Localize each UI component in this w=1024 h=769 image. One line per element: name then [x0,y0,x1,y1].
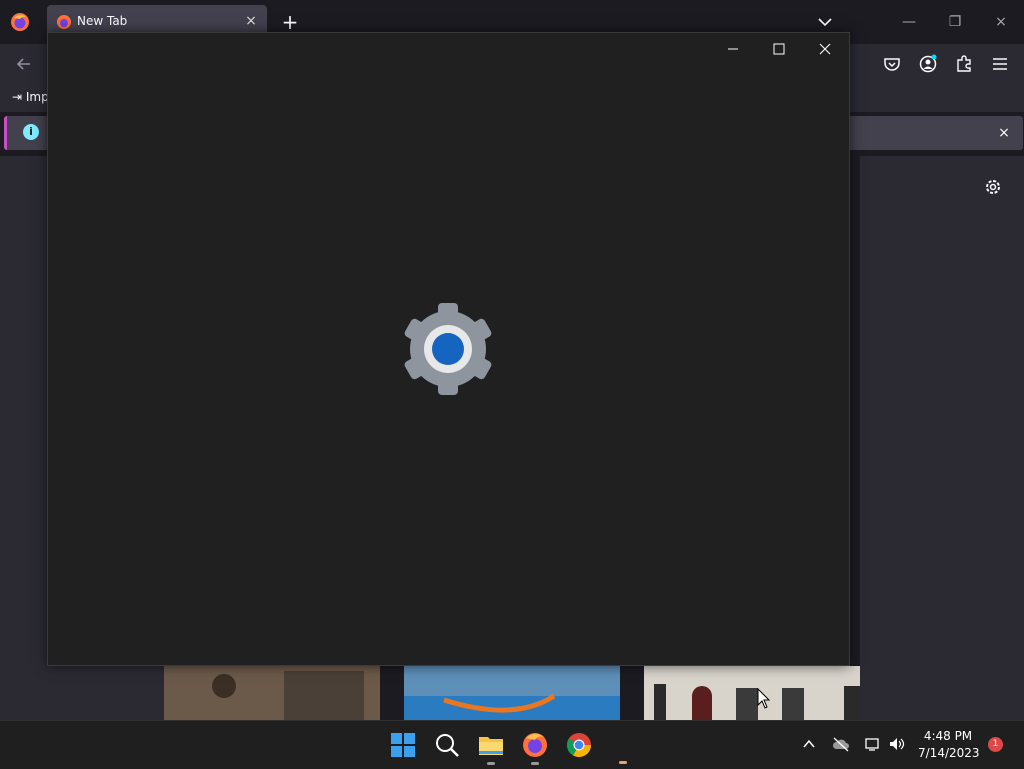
browser-minimize-button[interactable]: — [886,10,932,34]
show-hidden-icons-chevron-icon[interactable] [802,737,816,751]
import-icon: ⇥ [12,90,23,104]
tab-title: New Tab [77,14,128,28]
tab-close-button[interactable]: × [243,13,259,29]
chrome-taskbar-button[interactable] [563,729,595,761]
clock-time[interactable]: 4:48 PM [918,729,978,743]
onedrive-offline-icon[interactable] [832,736,850,752]
info-icon: i [23,124,39,140]
import-bookmarks-label: Imp [25,90,49,104]
back-arrow-icon[interactable] [14,54,34,74]
browser-close-button[interactable]: × [978,10,1024,34]
pocket-icon[interactable] [882,54,902,74]
story-image-2 [404,666,620,720]
settings-launching-indicator [619,761,627,764]
start-button[interactable] [387,729,419,761]
file-explorer-button[interactable] [475,729,507,765]
file-explorer-icon [479,737,503,755]
search-icon [436,734,459,757]
chrome-icon [567,733,591,758]
story-image-1 [164,666,380,720]
account-icon[interactable] [918,54,938,74]
settings-maximize-button[interactable] [764,39,794,59]
settings-splash-gear-icon [404,303,492,395]
firefox-tab-icon [57,15,71,29]
notification-center-badge[interactable]: 1 [988,737,1003,752]
story-thumbnail-3[interactable] [644,666,860,720]
running-indicator [531,762,539,765]
running-indicator [487,762,495,765]
settings-app-window [47,32,850,666]
list-all-tabs-chevron-icon[interactable] [815,12,835,32]
new-tab-settings-gear-icon[interactable] [984,178,1002,196]
app-menu-hamburger-icon[interactable] [990,54,1010,74]
windows-taskbar: 4:48 PM 7/14/2023 1 [0,720,1024,769]
extensions-puzzle-icon[interactable] [954,54,974,74]
story-thumbnail-1[interactable] [164,666,380,720]
import-bookmarks-button[interactable]: ⇥ Imp [12,90,49,104]
story-image-3 [644,666,860,720]
firefox-logo-icon[interactable] [10,12,30,32]
start-icon [391,733,415,757]
notification-close-button[interactable]: × [995,124,1013,142]
new-tab-button[interactable]: + [280,12,300,32]
network-icon[interactable] [864,736,882,752]
browser-restore-button[interactable]: ❐ [932,10,978,34]
firefox-taskbar-button[interactable] [519,729,551,765]
mouse-cursor-icon [757,688,771,709]
volume-icon[interactable] [888,736,906,752]
story-thumbnail-2[interactable] [404,666,620,720]
clock-date[interactable]: 7/14/2023 [918,746,980,760]
search-button[interactable] [431,729,463,761]
settings-close-button[interactable] [810,39,840,59]
settings-minimize-button[interactable] [718,39,748,59]
firefox-icon [523,733,547,757]
